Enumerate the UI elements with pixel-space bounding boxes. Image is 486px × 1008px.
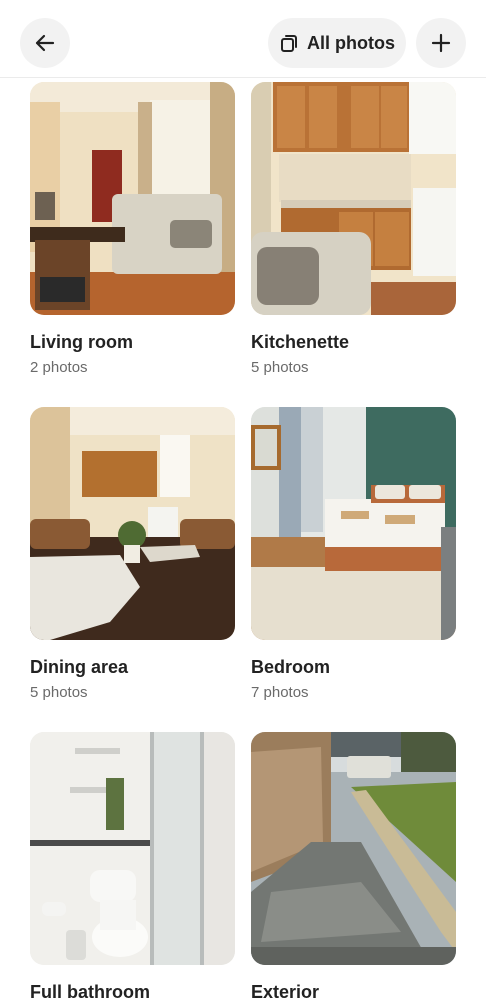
room-photo[interactable] [30, 82, 235, 315]
room-photo[interactable] [251, 82, 456, 315]
top-bar: All photos [0, 0, 486, 78]
room-photo-count: 5 photos [251, 359, 309, 376]
all-photos-label: All photos [307, 32, 395, 53]
back-button[interactable] [20, 18, 70, 68]
room-card-bedroom[interactable]: Bedroom 7 photos [251, 407, 456, 703]
room-title: Dining area [30, 657, 129, 677]
room-photo-count: 2 photos [30, 359, 88, 376]
add-button[interactable] [416, 18, 466, 68]
photo-stack-icon [281, 35, 297, 52]
room-photo-count: 7 photos [251, 684, 309, 701]
room-card-full-bathroom[interactable]: Full bathroom [30, 732, 235, 1008]
room-photo[interactable] [30, 407, 235, 640]
room-card-living-room[interactable]: Living room 2 photos [30, 82, 235, 378]
room-card-kitchenette[interactable]: Kitchenette 5 photos [251, 82, 456, 378]
room-title: Bedroom [251, 657, 331, 677]
room-photo-count: 5 photos [30, 684, 88, 701]
room-card-exterior[interactable]: Exterior [251, 732, 456, 1008]
room-card-dining-area[interactable]: Dining area 5 photos [30, 407, 235, 703]
room-photo[interactable] [30, 732, 235, 965]
room-title: Kitchenette [251, 332, 350, 352]
arrow-left-icon [35, 34, 55, 52]
room-title: Living room [30, 332, 133, 352]
room-photo[interactable] [251, 407, 456, 640]
all-photos-button[interactable]: All photos [268, 18, 406, 68]
plus-icon [431, 33, 451, 53]
room-photo[interactable] [251, 732, 456, 965]
